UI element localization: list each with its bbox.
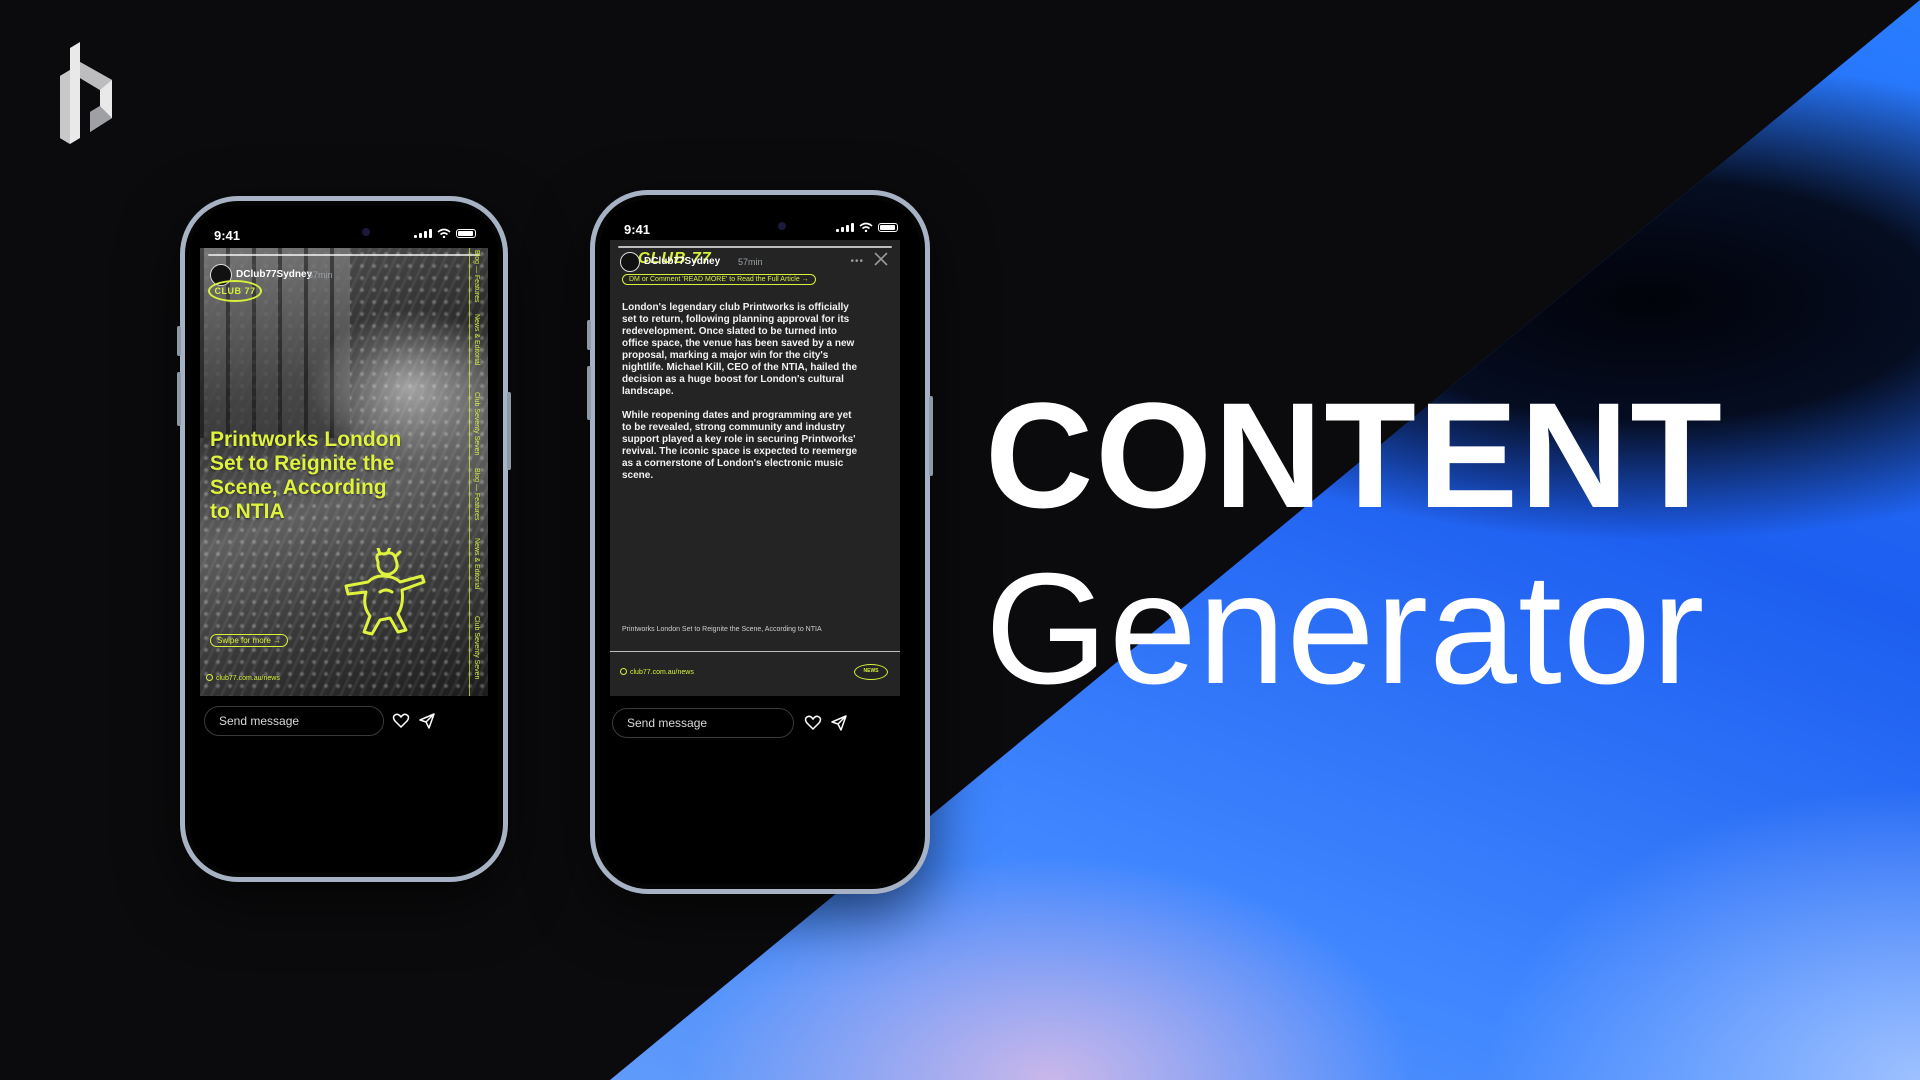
signal-icon [836,223,854,232]
story-time: 57min [308,270,333,280]
side-nav-item: News & Editorial [473,314,480,366]
status-icons [414,228,476,238]
phone-screen: 9:41 CLUB 77 DClub77Sydney 57min ••• DM … [600,200,920,884]
read-more-cta[interactable]: DM or Comment 'READ MORE' to Read the Fu… [622,274,816,285]
story-url[interactable]: club77.com.au/news [620,668,694,676]
story-url-text: club77.com.au/news [630,669,694,676]
dynamic-island [296,218,392,246]
article-paragraph: While reopening dates and programming ar… [622,410,858,481]
phone-side-button [177,326,181,356]
heart-icon[interactable] [804,714,822,732]
side-nav-item: News & Editorial [473,538,480,590]
globe-icon [620,668,627,675]
story-headline: Printworks London Set to Reignite the Sc… [210,428,402,523]
story-url[interactable]: club77.com.au/news [206,674,280,682]
heart-icon[interactable] [392,712,410,730]
phone-mockup-story: 9:41 DClub77Sydney 57min CLUB 77 Printwo… [177,196,511,882]
battery-icon [878,223,898,232]
divider [610,651,900,652]
wifi-icon [859,222,873,232]
side-nav-item: Blog — Features [473,468,480,521]
article-story[interactable]: CLUB 77 DClub77Sydney 57min ••• DM or Co… [610,240,900,696]
phone-side-button [177,372,181,426]
side-nav-item: Club Seventy Seven [473,616,480,680]
send-message-input[interactable]: Send message [204,706,384,736]
article-footer-title: Printworks London Set to Reignite the Sc… [622,626,822,633]
hero-title-line2: Generator [985,541,1706,717]
story-username[interactable]: DClub77Sydney [236,269,312,280]
status-icons [836,222,898,232]
story-progress-bar [208,254,480,256]
news-badge: NEWS [854,664,888,680]
phone-mockup-article: 9:41 CLUB 77 DClub77Sydney 57min ••• DM … [587,190,933,894]
battery-icon [456,229,476,238]
story-url-text: club77.com.au/news [216,675,280,682]
send-icon[interactable] [830,714,848,732]
swipe-for-more-button[interactable]: Swipe for more → [210,634,289,647]
article-paragraph: London's legendary club Printworks is of… [622,302,858,397]
send-message-input[interactable]: Send message [612,708,794,738]
status-time: 9:41 [624,222,651,237]
avatar[interactable] [620,252,640,272]
phone-side-button [507,392,511,470]
brand-logo-icon [60,42,112,144]
phone-side-button [929,396,933,476]
phone-screen: 9:41 DClub77Sydney 57min CLUB 77 Printwo… [190,206,498,872]
side-nav-item: Blog — Features [473,250,480,303]
close-icon[interactable] [874,252,888,266]
phone-side-button [587,366,591,420]
hero-title-line1: CONTENT [985,371,1724,539]
side-nav-item: Club Seventy Seven [473,392,480,456]
mascot-doodle-icon [344,548,426,636]
vertical-section-nav: Blog — Features News & Editorial Club Se… [469,248,486,696]
wifi-icon [437,228,451,238]
club-badge: CLUB 77 [208,280,262,302]
story-progress-bar [618,246,892,248]
story-image[interactable]: DClub77Sydney 57min CLUB 77 Printworks L… [200,248,488,696]
globe-icon [206,674,213,681]
signal-icon [414,229,432,238]
send-icon[interactable] [418,712,436,730]
story-time: 57min [738,257,763,267]
article-body: London's legendary club Printworks is of… [622,302,858,494]
status-time: 9:41 [214,228,241,243]
dynamic-island [712,212,808,240]
phone-side-button [587,320,591,350]
story-username[interactable]: DClub77Sydney [644,256,720,267]
more-options-icon[interactable]: ••• [850,256,864,267]
